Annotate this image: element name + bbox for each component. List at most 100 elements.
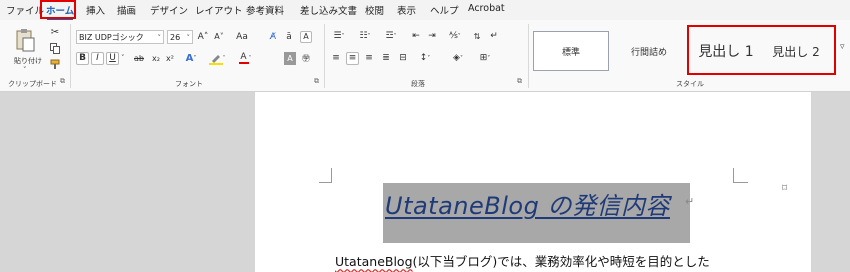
font-color-icon: A bbox=[238, 52, 249, 64]
tab-mailings[interactable]: 差し込み文書 bbox=[300, 3, 357, 17]
font-name-combobox[interactable]: BIZ UDPゴシック ˅ bbox=[76, 30, 164, 44]
pilcrow-icon: ↵ bbox=[490, 31, 498, 41]
clear-formatting-button[interactable]: A̸ bbox=[266, 30, 280, 44]
highlight-color-button[interactable]: ˅ bbox=[206, 52, 228, 65]
paste-dropdown-icon[interactable]: ˅ bbox=[23, 66, 27, 74]
borders-icon: ⊞ bbox=[479, 53, 488, 63]
clear-format-icon: A̸ bbox=[269, 31, 277, 42]
bullets-button[interactable]: ☰ ˅ bbox=[330, 30, 348, 43]
tab-acrobat[interactable]: Acrobat bbox=[468, 3, 505, 14]
copy-icon bbox=[50, 42, 60, 54]
align-center-icon: ≡ bbox=[348, 53, 357, 63]
character-shading-icon: A bbox=[287, 53, 293, 63]
shrink-font-button[interactable]: A˅ bbox=[212, 30, 226, 44]
scissors-icon: ✂ bbox=[50, 27, 60, 38]
crop-mark bbox=[733, 168, 748, 183]
gallery-more-icon[interactable]: ▿ bbox=[840, 42, 845, 52]
borders-button[interactable]: ⊞ ˅ bbox=[475, 52, 495, 65]
justify-icon: ≣ bbox=[382, 53, 390, 63]
paste-label: 貼り付け bbox=[14, 57, 42, 65]
increase-indent-button[interactable]: ⇥ bbox=[426, 30, 438, 43]
font-size-value: 26 bbox=[170, 33, 181, 42]
phonetic-guide-button[interactable]: ā bbox=[284, 30, 294, 44]
clipboard-launcher-icon[interactable]: ⧉ bbox=[60, 78, 67, 85]
group-separator bbox=[324, 24, 325, 88]
style-normal[interactable]: 標準 bbox=[533, 31, 609, 71]
shading-button[interactable]: ◈ ˅ bbox=[448, 52, 468, 65]
character-border-icon: A bbox=[303, 32, 309, 41]
enclosed-character-icon: ㊫ bbox=[302, 53, 310, 63]
document-page[interactable] bbox=[255, 92, 811, 272]
paragraph-group-label: 段落 bbox=[411, 80, 425, 88]
clipboard-icon bbox=[16, 29, 35, 52]
group-separator bbox=[528, 24, 529, 88]
chevron-down-icon: ˅ bbox=[186, 34, 191, 42]
strikethrough-button[interactable]: ab bbox=[132, 52, 146, 65]
sort-icon: ⇅ bbox=[473, 31, 481, 41]
distributed-icon: ⊟ bbox=[399, 53, 407, 63]
paste-button[interactable] bbox=[12, 25, 38, 55]
justify-button[interactable]: ≣ bbox=[380, 52, 392, 65]
increase-indent-icon: ⇥ bbox=[428, 31, 436, 41]
font-size-combobox[interactable]: 26 ˅ bbox=[167, 30, 193, 44]
tab-review[interactable]: 校閲 bbox=[365, 3, 384, 17]
home-tab-highlight-box bbox=[40, 0, 76, 19]
asian-layout-button[interactable]: ⅍ ˅ bbox=[446, 30, 464, 43]
align-center-button[interactable]: ≡ bbox=[346, 52, 359, 65]
text-effects-icon: A bbox=[185, 52, 194, 64]
style-no-spacing[interactable]: 行間詰め bbox=[609, 31, 689, 71]
font-launcher-icon[interactable]: ⧉ bbox=[314, 78, 321, 85]
paint-bucket-icon: ◈ bbox=[453, 53, 460, 63]
align-right-button[interactable]: ≡ bbox=[363, 52, 375, 65]
decrease-indent-button[interactable]: ⇤ bbox=[410, 30, 422, 43]
tab-file[interactable]: ファイル bbox=[6, 3, 44, 17]
show-formatting-button[interactable]: ↵ bbox=[488, 30, 500, 43]
line-spacing-button[interactable]: ↕ ˅ bbox=[416, 52, 434, 65]
change-case-button[interactable]: Aa bbox=[232, 30, 252, 44]
superscript-button[interactable]: x² bbox=[164, 52, 176, 65]
comment-icon[interactable]: ⌑ bbox=[782, 183, 787, 194]
italic-button[interactable]: I bbox=[91, 52, 104, 65]
ribbon-tab-bar: ファイル ホーム 挿入 描画 デザイン レイアウト 参考資料 差し込み文書 校閲… bbox=[0, 0, 850, 20]
character-shading-button[interactable]: A bbox=[284, 52, 296, 65]
grow-font-button[interactable]: A˄ bbox=[196, 30, 210, 44]
distributed-button[interactable]: ⊟ bbox=[397, 52, 409, 65]
sort-button[interactable]: ⇅ bbox=[471, 30, 483, 43]
font-name-value: BIZ UDPゴシック bbox=[79, 33, 144, 42]
tab-layout[interactable]: レイアウト bbox=[195, 3, 243, 17]
tab-help[interactable]: ヘルプ bbox=[430, 3, 459, 17]
body-text-rest: (以下当ブログ)では、業務効率化や時短を目的とした bbox=[412, 254, 710, 269]
document-title[interactable]: UtataneBlog の発信内容 bbox=[385, 186, 670, 221]
align-left-button[interactable]: ≡ bbox=[330, 52, 342, 65]
highlighter-icon bbox=[208, 54, 223, 65]
line-spacing-icon: ↕ bbox=[419, 53, 428, 63]
character-border-button[interactable]: A bbox=[300, 31, 312, 43]
paragraph-launcher-icon[interactable]: ⧉ bbox=[517, 78, 524, 85]
tab-view[interactable]: 表示 bbox=[397, 3, 416, 17]
numbering-button[interactable]: ☷ ˅ bbox=[356, 30, 374, 43]
enclose-characters-button[interactable]: ㊫ bbox=[300, 52, 312, 65]
styles-group-label: スタイル bbox=[676, 80, 704, 88]
tab-insert[interactable]: 挿入 bbox=[86, 3, 105, 17]
document-body-line[interactable]: UtataneBlog(以下当ブログ)では、業務効率化や時短を目的とした bbox=[335, 251, 710, 270]
bullets-icon: ☰ bbox=[333, 31, 342, 41]
font-group-label: フォント bbox=[175, 80, 203, 88]
subscript-button[interactable]: x₂ bbox=[150, 52, 162, 65]
cut-button[interactable]: ✂ bbox=[49, 27, 61, 39]
underline-button[interactable]: U bbox=[106, 52, 119, 65]
align-right-icon: ≡ bbox=[365, 53, 373, 63]
tab-references[interactable]: 参考資料 bbox=[246, 3, 284, 17]
bold-button[interactable]: B bbox=[76, 52, 89, 65]
font-color-button[interactable]: A ˅ bbox=[234, 52, 256, 65]
copy-button[interactable] bbox=[49, 42, 61, 54]
format-painter-button[interactable] bbox=[49, 58, 61, 70]
tab-design[interactable]: デザイン bbox=[150, 3, 188, 17]
multilevel-list-button[interactable]: ☲ ˅ bbox=[382, 30, 400, 43]
crop-mark bbox=[319, 168, 332, 183]
tab-draw[interactable]: 描画 bbox=[117, 3, 136, 17]
clipboard-group-label: クリップボード bbox=[8, 80, 57, 88]
paragraph-mark-icon: ↵ bbox=[685, 195, 695, 208]
chevron-down-icon[interactable]: ˅ bbox=[121, 54, 125, 62]
text-effects-button[interactable]: A ˅ bbox=[182, 52, 200, 65]
group-separator bbox=[70, 24, 71, 88]
